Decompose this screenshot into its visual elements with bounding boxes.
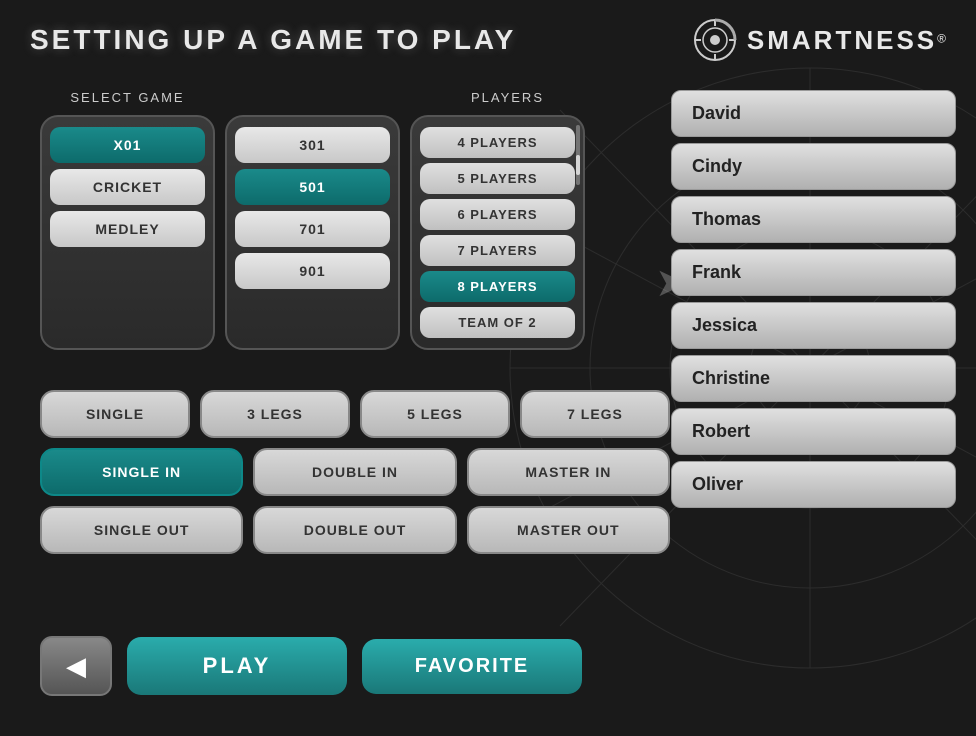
game-x01-button[interactable]: X01	[50, 127, 205, 163]
player-item-thomas[interactable]: Thomas	[671, 196, 956, 243]
3legs-button[interactable]: 3 LEGS	[200, 390, 350, 438]
single-button[interactable]: SINGLE	[40, 390, 190, 438]
players-list: David Cindy Thomas Frank Jessica Christi…	[671, 90, 956, 508]
5legs-button[interactable]: 5 LEGS	[360, 390, 510, 438]
logo-icon	[693, 18, 737, 62]
player-item-david[interactable]: David	[671, 90, 956, 137]
game-cricket-button[interactable]: CRICKET	[50, 169, 205, 205]
player-item-christine[interactable]: Christine	[671, 355, 956, 402]
page-title: SETTING UP A GAME TO PLAY	[30, 24, 516, 56]
players-6-button[interactable]: 6 PLAYERS	[420, 199, 575, 230]
score-301-button[interactable]: 301	[235, 127, 390, 163]
out-row: SINGLE OUT DOUBLE OUT MASTER OUT	[40, 506, 670, 554]
logo: SMARTNESS®	[693, 18, 946, 62]
single-out-button[interactable]: SINGLE OUT	[40, 506, 243, 554]
back-button[interactable]: ◀	[40, 636, 112, 696]
score-901-button[interactable]: 901	[235, 253, 390, 289]
game-type-panel: X01 CRICKET MEDLEY	[40, 115, 215, 350]
in-row: SINGLE IN DOUBLE IN MASTER IN	[40, 448, 670, 496]
player-item-frank[interactable]: Frank	[671, 249, 956, 296]
players-team2-button[interactable]: TEAM OF 2	[420, 307, 575, 338]
favorite-button[interactable]: FAVORITE	[362, 639, 582, 694]
players-4-button[interactable]: 4 PLAYERS	[420, 127, 575, 158]
players-label: PLAYERS	[420, 90, 595, 105]
players-7-button[interactable]: 7 PLAYERS	[420, 235, 575, 266]
logo-text: SMARTNESS®	[747, 25, 946, 56]
score-701-button[interactable]: 701	[235, 211, 390, 247]
double-out-button[interactable]: DOUBLE OUT	[253, 506, 456, 554]
players-8-button[interactable]: 8 PLAYERS	[420, 271, 575, 302]
single-in-button[interactable]: SINGLE IN	[40, 448, 243, 496]
play-button[interactable]: PLAY	[127, 637, 347, 695]
bottom-area: ◀ PLAY FAVORITE	[40, 636, 956, 696]
options-area: SINGLE 3 LEGS 5 LEGS 7 LEGS SINGLE IN DO…	[40, 390, 670, 554]
players-5-button[interactable]: 5 PLAYERS	[420, 163, 575, 194]
7legs-button[interactable]: 7 LEGS	[520, 390, 670, 438]
score-501-button[interactable]: 501	[235, 169, 390, 205]
master-in-button[interactable]: MASTER IN	[467, 448, 670, 496]
game-medley-button[interactable]: MEDLEY	[50, 211, 205, 247]
legs-row: SINGLE 3 LEGS 5 LEGS 7 LEGS	[40, 390, 670, 438]
back-icon: ◀	[66, 651, 86, 682]
player-item-jessica[interactable]: Jessica	[671, 302, 956, 349]
double-in-button[interactable]: DOUBLE IN	[253, 448, 456, 496]
score-panel: 301 501 701 901	[225, 115, 400, 350]
player-item-robert[interactable]: Robert	[671, 408, 956, 455]
player-item-cindy[interactable]: Cindy	[671, 143, 956, 190]
player-item-oliver[interactable]: Oliver	[671, 461, 956, 508]
players-count-panel: 4 PLAYERS 5 PLAYERS 6 PLAYERS 7 PLAYERS …	[410, 115, 585, 350]
select-game-label: SELECT GAME	[40, 90, 215, 105]
master-out-button[interactable]: MASTER OUT	[467, 506, 670, 554]
